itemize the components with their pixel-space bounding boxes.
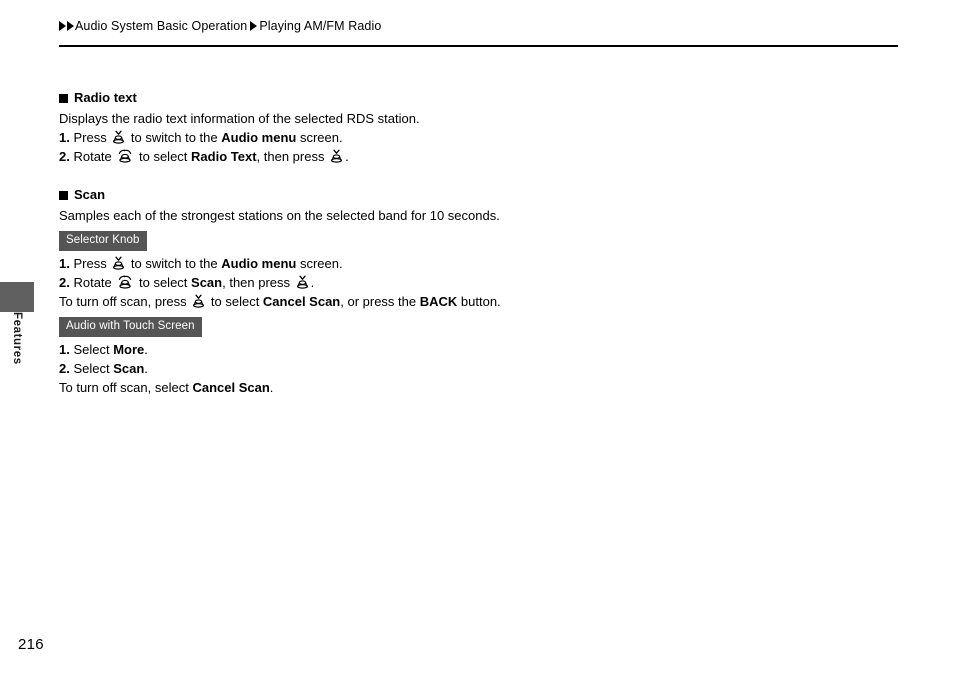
header-divider xyxy=(59,45,898,47)
badge-container: Selector Knob xyxy=(59,225,899,254)
list-item-number: 2. xyxy=(59,275,74,290)
square-bullet-icon xyxy=(59,93,68,103)
emphasis-label: BACK xyxy=(419,294,458,309)
list-item: 2. Select Scan. xyxy=(59,361,148,376)
page-number: 216 xyxy=(18,636,44,653)
emphasis-label: Audio menu xyxy=(221,256,297,271)
breadcrumb-item-audio-system-basic-operation[interactable]: Audio System Basic Operation xyxy=(75,19,247,33)
rotate-knob-icon xyxy=(117,149,133,163)
rotate-knob-icon xyxy=(117,275,133,289)
breadcrumb: Audio System Basic Operation Playing AM/… xyxy=(59,17,898,35)
emphasis-label: Scan xyxy=(113,361,145,376)
section-radio-text: Radio text Displays the radio text infor… xyxy=(59,88,899,166)
list-item-number: 2. xyxy=(59,149,74,164)
badge-selector-knob: Selector Knob xyxy=(59,231,147,251)
emphasis-label: Radio Text xyxy=(191,149,257,164)
section-heading-text: Scan xyxy=(74,187,106,202)
emphasis-label: Audio menu xyxy=(221,130,297,145)
emphasis-label: More xyxy=(113,342,145,357)
press-knob-icon xyxy=(330,149,343,163)
section-heading-text: Radio text xyxy=(74,90,137,105)
list-item: 1. Press to switch to the Audio menu scr… xyxy=(59,256,343,271)
breadcrumb-arrow-icon xyxy=(67,21,74,31)
section-description: Displays the radio text information of t… xyxy=(59,111,420,126)
square-bullet-icon xyxy=(59,190,68,200)
list-item: 2. Rotate to select Scan, then press . xyxy=(59,275,315,290)
list-item: 2. Rotate to select Radio Text, then pre… xyxy=(59,149,349,164)
emphasis-label: Cancel Scan xyxy=(262,294,341,309)
list-item: To turn off scan, select Cancel Scan. xyxy=(59,380,274,395)
badge-audio-with-touch-screen: Audio with Touch Screen xyxy=(59,317,202,337)
list-item: To turn off scan, press to select Cancel… xyxy=(59,294,501,309)
emphasis-label: Scan xyxy=(191,275,223,290)
side-tab-label-text: Features xyxy=(11,312,23,365)
list-item-number: 1. xyxy=(59,342,74,357)
press-knob-icon xyxy=(112,256,125,270)
section-heading-scan: Scan xyxy=(59,185,899,205)
breadcrumb-item-playing-am-fm-radio[interactable]: Playing AM/FM Radio xyxy=(259,19,381,33)
page-content: Radio text Displays the radio text infor… xyxy=(59,88,899,397)
breadcrumb-arrow-icon xyxy=(59,21,66,31)
page-header: Audio System Basic Operation Playing AM/… xyxy=(59,17,898,35)
side-tab-features-marker xyxy=(0,282,34,312)
list-item: 1. Press to switch to the Audio menu scr… xyxy=(59,130,343,145)
badge-container: Audio with Touch Screen xyxy=(59,311,899,340)
section-heading-radio-text: Radio text xyxy=(59,88,899,108)
list-item-number: 1. xyxy=(59,256,74,271)
list-item-number: 1. xyxy=(59,130,74,145)
section-description: Samples each of the strongest stations o… xyxy=(59,208,500,223)
press-knob-icon xyxy=(192,294,205,308)
list-item-number: 2. xyxy=(59,361,74,376)
emphasis-label: Cancel Scan xyxy=(192,380,270,395)
section-scan: Scan Samples each of the strongest stati… xyxy=(59,185,899,397)
press-knob-icon xyxy=(296,275,309,289)
breadcrumb-separator-icon xyxy=(250,21,258,31)
press-knob-icon xyxy=(112,130,125,144)
side-tab-features-label: Features xyxy=(0,312,34,392)
list-item: 1. Select More. xyxy=(59,342,148,357)
